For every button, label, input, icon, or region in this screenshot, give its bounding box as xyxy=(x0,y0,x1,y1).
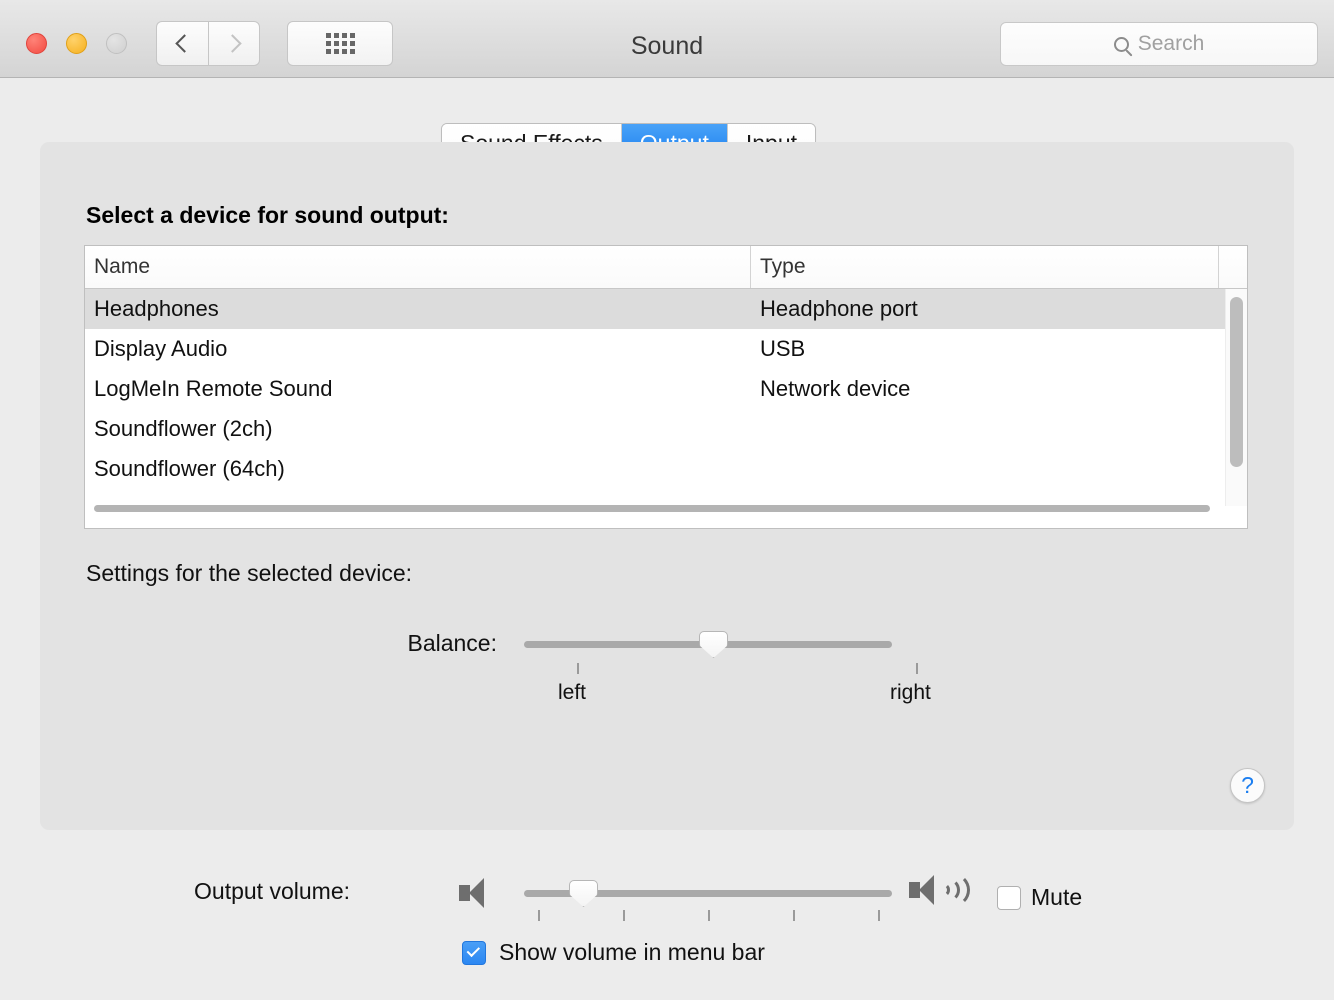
output-volume-row: Output volume: Mute xyxy=(0,866,1334,926)
volume-tick xyxy=(793,910,795,921)
device-table[interactable]: Name Type Headphones Headphone port Disp… xyxy=(84,245,1248,529)
output-volume-slider[interactable] xyxy=(524,880,892,924)
cell-type: Headphone port xyxy=(760,296,918,321)
balance-slider-thumb[interactable] xyxy=(699,631,728,658)
column-header-spacer xyxy=(1219,246,1247,288)
cell-name: LogMeIn Remote Sound xyxy=(94,376,333,401)
column-header-type[interactable]: Type xyxy=(751,246,1219,288)
volume-tick xyxy=(708,910,710,921)
cell-name: Soundflower (64ch) xyxy=(94,456,285,481)
balance-label: Balance: xyxy=(407,630,497,656)
mute-label: Mute xyxy=(1031,884,1083,910)
balance-right-label: right xyxy=(890,681,931,704)
volume-slider-thumb[interactable] xyxy=(569,880,598,907)
help-button[interactable]: ? xyxy=(1230,768,1265,803)
cell-type: USB xyxy=(760,336,806,361)
device-table-header: Name Type xyxy=(85,246,1247,289)
column-header-name[interactable]: Name xyxy=(85,246,751,288)
speaker-muted-icon xyxy=(459,878,493,910)
search-field[interactable]: Search xyxy=(1000,22,1318,66)
show-volume-checkbox[interactable] xyxy=(462,940,486,965)
volume-tick xyxy=(538,910,540,921)
balance-tick-right xyxy=(916,663,918,674)
scrollbar-thumb[interactable] xyxy=(1230,297,1243,467)
cell-name: Soundflower (2ch) xyxy=(94,416,273,441)
balance-left-label: left xyxy=(558,681,587,704)
balance-tick-left xyxy=(577,663,579,674)
checkmark-icon xyxy=(466,943,481,958)
settings-for-device-label: Settings for the selected device: xyxy=(86,560,413,586)
show-volume-checkbox-row[interactable]: Show volume in menu bar xyxy=(462,939,765,966)
cell-name: Display Audio xyxy=(94,336,228,361)
mute-checkbox[interactable] xyxy=(997,885,1021,910)
output-pane: Select a device for sound output: Name T… xyxy=(40,142,1294,830)
mute-checkbox-row[interactable]: Mute xyxy=(997,884,1082,911)
cell-name: Headphones xyxy=(94,296,219,321)
table-row[interactable]: Display Audio USB xyxy=(85,329,1247,369)
device-table-vertical-scrollbar[interactable] xyxy=(1225,289,1247,506)
search-icon xyxy=(1113,36,1129,52)
volume-tick xyxy=(878,910,880,921)
select-device-label: Select a device for sound output: xyxy=(86,202,449,228)
table-row[interactable]: Soundflower (2ch) xyxy=(85,409,1247,449)
device-table-body: Headphones Headphone port Display Audio … xyxy=(85,289,1247,528)
search-placeholder: Search xyxy=(1137,32,1205,55)
show-volume-label: Show volume in menu bar xyxy=(499,939,765,965)
cell-type: Network device xyxy=(760,376,911,401)
speaker-loud-icon xyxy=(909,873,987,913)
table-row[interactable]: Soundflower (64ch) xyxy=(85,449,1247,489)
sound-preferences-window: Sound Search Sound Effects Output Input … xyxy=(0,0,1334,1000)
output-volume-label: Output volume: xyxy=(194,878,350,904)
table-row[interactable]: Headphones Headphone port xyxy=(85,289,1247,329)
volume-tick xyxy=(623,910,625,921)
device-table-horizontal-scrollbar[interactable] xyxy=(94,505,1210,512)
window-titlebar: Sound Search xyxy=(0,0,1334,78)
balance-slider[interactable]: left right xyxy=(524,631,931,705)
table-row[interactable]: LogMeIn Remote Sound Network device xyxy=(85,369,1247,409)
